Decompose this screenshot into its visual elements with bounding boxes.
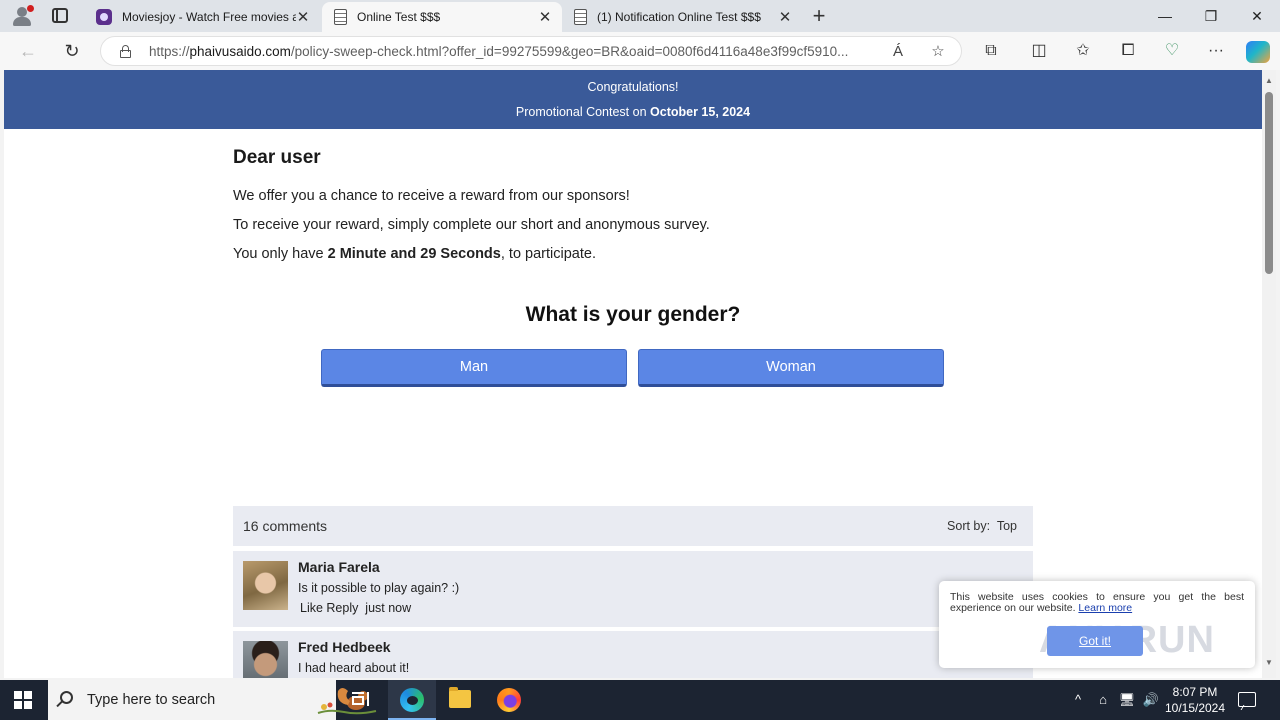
windows-taskbar: Type here to search ^ ⌂ 🖥 🔊 8:07 PM 10/1… [0, 680, 1280, 720]
favorites-icon[interactable]: ✩ [1072, 40, 1094, 62]
taskbar-clock[interactable]: 8:07 PM 10/15/2024 [1160, 684, 1230, 716]
windows-start-icon[interactable] [14, 691, 32, 709]
volume-icon[interactable]: 🔊 [1141, 680, 1161, 720]
cookie-consent-popup: This website uses cookies to ensure you … [939, 581, 1255, 668]
network-icon[interactable]: 🖥 [1117, 680, 1137, 720]
tab-title: Online Test $$$ [357, 10, 441, 24]
avatar [243, 561, 288, 610]
countdown-text: You only have 2 Minute and 29 Seconds, t… [233, 246, 596, 262]
edge-browser-icon[interactable] [400, 688, 424, 712]
tab-close-icon[interactable]: ✕ [296, 8, 310, 26]
page-favicon-icon [574, 9, 587, 25]
taskbar-search-box[interactable]: Type here to search [48, 680, 377, 720]
scroll-down-icon[interactable]: ▼ [1265, 658, 1273, 667]
tab-actions-icon[interactable] [52, 8, 68, 23]
survey-content: Dear user We offer you a chance to recei… [233, 147, 1033, 387]
comment-actions[interactable]: Like Reply just now [300, 601, 411, 615]
comment-text: Is it possible to play again? :) [298, 581, 460, 595]
split-screen-icon[interactable]: ◫ [1028, 40, 1050, 62]
close-window-button[interactable]: ✕ [1234, 0, 1280, 32]
comment-text: I had heard about it! [298, 661, 410, 675]
page-viewport: Congratulations! Promotional Contest on … [4, 70, 1262, 678]
page-scrollbar[interactable]: ▲ ▼ [1262, 70, 1276, 678]
tray-device-icon[interactable]: ⌂ [1094, 680, 1112, 720]
tab-online-test[interactable]: Online Test $$$ ✕ [322, 2, 562, 32]
comments-count: 16 comments [243, 518, 328, 534]
tab-close-icon[interactable]: ✕ [538, 8, 552, 26]
tab-title: Moviesjoy - Watch Free movies a [122, 10, 296, 24]
avatar [243, 641, 288, 678]
banner-date: October 15, 2024 [650, 105, 751, 119]
offer-text: We offer you a chance to receive a rewar… [233, 188, 630, 204]
clock-time: 8:07 PM [1172, 685, 1218, 699]
profile-avatar-icon[interactable] [10, 5, 34, 27]
cookie-got-it-button[interactable]: Got it! [1047, 626, 1143, 656]
survey-instruction-text: To receive your reward, simply complete … [233, 217, 710, 233]
banner-contest-line: Promotional Contest on October 15, 2024 [515, 105, 751, 119]
reload-button[interactable]: ↻ [59, 38, 85, 64]
tray-overflow-chevron-icon[interactable]: ^ [1068, 680, 1088, 720]
survey-question: What is your gender? [525, 303, 741, 326]
lock-icon[interactable] [120, 45, 131, 58]
tab-title: (1) Notification Online Test $$$ [597, 10, 761, 24]
scrollbar-thumb[interactable] [1265, 92, 1273, 274]
moviesjoy-favicon-icon [96, 9, 112, 25]
comment-item: Maria Farela Is it possible to play agai… [233, 551, 1033, 627]
comments-header: 16 comments Sort by: Top [233, 506, 1033, 546]
copilot-icon[interactable] [1246, 41, 1270, 63]
clock-date: 10/15/2024 [1164, 701, 1226, 715]
countdown-timer: 2 Minute and 29 Seconds [327, 246, 501, 262]
search-placeholder: Type here to search [87, 692, 216, 708]
learn-more-link[interactable]: Learn more [1078, 602, 1132, 614]
url-text[interactable]: https://phaivusaido.com/policy-sweep-che… [149, 44, 879, 59]
read-aloud-icon[interactable]: Á [887, 41, 909, 63]
comment-author[interactable]: Fred Hedbeek [298, 639, 391, 655]
comment-author[interactable]: Maria Farela [298, 559, 380, 575]
address-bar[interactable]: https://phaivusaido.com/policy-sweep-che… [100, 36, 962, 66]
collections-icon[interactable]: ⧠ [1117, 40, 1139, 62]
file-explorer-icon[interactable] [449, 687, 471, 708]
tab-notification-online-test[interactable]: (1) Notification Online Test $$$ ✕ [562, 2, 802, 32]
page-title: Dear user [233, 147, 321, 168]
maximize-button[interactable]: ❐ [1188, 0, 1234, 32]
new-tab-button[interactable]: + [808, 3, 830, 29]
extensions-icon[interactable]: ⧉ [980, 40, 1002, 62]
favorite-star-icon[interactable]: ☆ [927, 41, 949, 63]
settings-more-icon[interactable]: ··· [1205, 40, 1227, 62]
search-icon [60, 691, 73, 704]
banner-congratulations: Congratulations! [587, 80, 679, 94]
answer-man-button[interactable]: Man [321, 349, 627, 387]
cookie-text: This website uses cookies to ensure you … [950, 591, 1244, 614]
minimize-button[interactable]: — [1142, 0, 1188, 32]
tab-close-icon[interactable]: ✕ [778, 8, 792, 26]
browser-essentials-icon[interactable]: ♡ [1161, 40, 1183, 62]
page-favicon-icon [334, 9, 347, 25]
tab-strip: Moviesjoy - Watch Free movies a ✕ Online… [0, 0, 1280, 32]
notification-center-icon[interactable] [1238, 692, 1256, 707]
task-view-icon[interactable] [352, 692, 370, 708]
browser-toolbar: ← ↻ https://phaivusaido.com/policy-sweep… [0, 32, 1280, 70]
back-button[interactable]: ← [15, 38, 41, 64]
scroll-up-icon[interactable]: ▲ [1265, 76, 1273, 85]
comment-item: Fred Hedbeek I had heard about it! [233, 631, 1033, 678]
firefox-icon[interactable] [497, 688, 521, 712]
promo-banner: Congratulations! Promotional Contest on … [4, 70, 1262, 129]
tab-moviesjoy[interactable]: Moviesjoy - Watch Free movies a ✕ [84, 2, 320, 32]
sort-control[interactable]: Sort by: Top [947, 519, 1017, 533]
answer-woman-button[interactable]: Woman [638, 349, 944, 387]
